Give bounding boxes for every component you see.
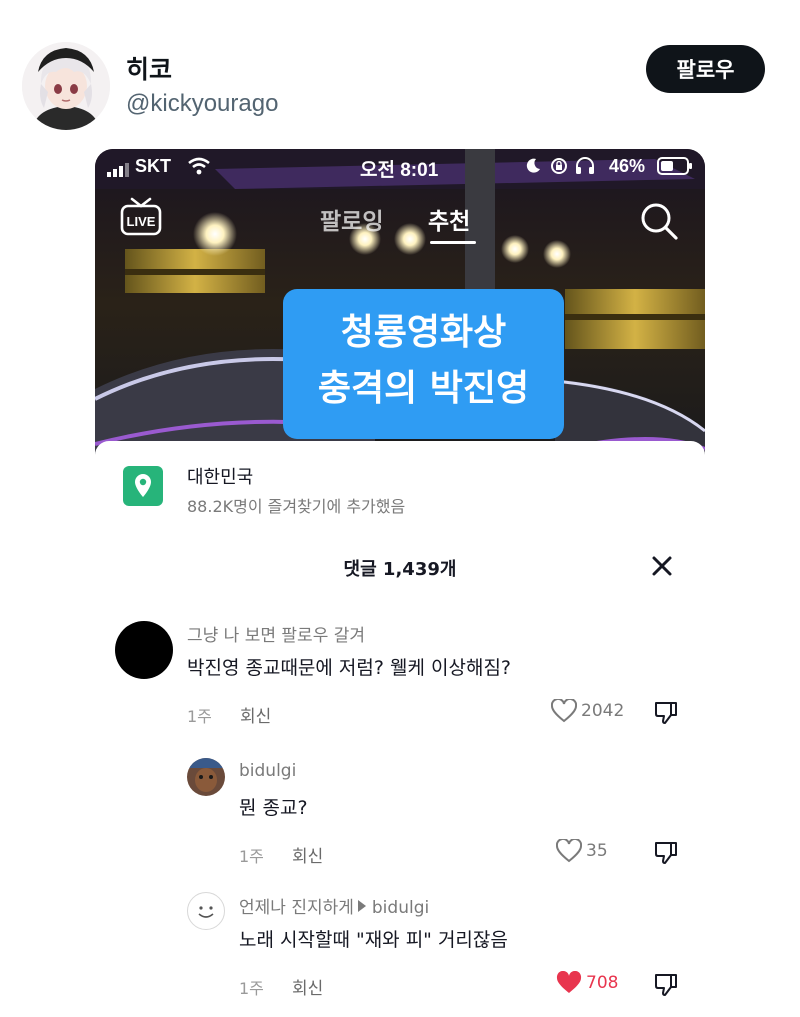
tab-for-you[interactable]: 추천 bbox=[428, 202, 470, 236]
comment-username[interactable]: 언제나 진지하게 bidulgi bbox=[239, 893, 429, 918]
like-count: 35 bbox=[586, 841, 608, 861]
comment-sheet: 대한민국 88.2K명이 즐겨찾기에 추가했음 댓글 1,439개 그냥 나 보… bbox=[95, 441, 705, 1017]
comment-text: 박진영 종교때문에 저럼? 웰케 이상해짐? bbox=[187, 657, 512, 679]
like-button[interactable]: 2042 bbox=[551, 699, 624, 723]
like-button[interactable]: 35 bbox=[556, 839, 608, 863]
comment-text: 뭔 종교? bbox=[239, 797, 308, 819]
caption-line-1: 청룡영화상 bbox=[340, 312, 507, 353]
commenter-avatar[interactable] bbox=[187, 758, 225, 796]
author-avatar[interactable] bbox=[22, 42, 110, 130]
comment-text: 노래 시작할때 "재와 피" 거리잖음 bbox=[239, 929, 508, 951]
location-title[interactable]: 대한민국 bbox=[187, 463, 253, 489]
moon-icon bbox=[525, 158, 541, 179]
location-pin-icon bbox=[123, 466, 163, 506]
caption-line-2: 충격의 박진영 bbox=[317, 368, 530, 409]
attached-screenshot[interactable]: SKT 오전 8:01 46% LIVE 팔로잉 추천 청룡영화상 충격의 박진… bbox=[95, 149, 705, 1017]
reply-button[interactable]: 회신 bbox=[292, 842, 323, 867]
like-count: 708 bbox=[586, 973, 619, 993]
comment-username[interactable]: 그냥 나 보면 팔로우 갈겨 bbox=[187, 621, 365, 646]
comment-author[interactable]: 언제나 진지하게 bbox=[239, 898, 354, 918]
dislike-icon[interactable] bbox=[653, 700, 679, 726]
close-icon[interactable] bbox=[645, 549, 679, 583]
search-icon[interactable] bbox=[639, 201, 679, 245]
comment-username[interactable]: bidulgi bbox=[239, 761, 296, 781]
heart-icon bbox=[556, 839, 582, 863]
tab-following[interactable]: 팔로잉 bbox=[320, 202, 383, 236]
live-icon[interactable]: LIVE bbox=[119, 197, 163, 241]
author-handle[interactable]: @kickyourago bbox=[126, 90, 278, 118]
location-favorites: 88.2K명이 즐겨찾기에 추가했음 bbox=[187, 497, 406, 516]
commenter-avatar[interactable] bbox=[187, 892, 225, 930]
like-button[interactable]: 708 bbox=[556, 971, 618, 995]
reply-target[interactable]: bidulgi bbox=[372, 898, 429, 918]
heart-icon bbox=[551, 699, 577, 723]
video-caption: 청룡영화상 충격의 박진영 bbox=[283, 289, 564, 439]
reply-button[interactable]: 회신 bbox=[240, 702, 271, 727]
comment-count-header: 댓글 1,439개 bbox=[343, 559, 457, 580]
like-count: 2042 bbox=[581, 701, 625, 721]
carrier-label: SKT bbox=[135, 156, 171, 176]
battery-percentage: 46% bbox=[609, 156, 646, 176]
dislike-icon[interactable] bbox=[653, 972, 679, 998]
commenter-avatar[interactable] bbox=[115, 621, 173, 679]
battery-icon bbox=[657, 157, 693, 180]
video-background: SKT 오전 8:01 46% LIVE 팔로잉 추천 청룡영화상 충격의 박진… bbox=[95, 149, 705, 459]
headphones-icon bbox=[575, 157, 595, 180]
rotation-lock-icon bbox=[550, 157, 568, 180]
comment-time: 1주 bbox=[187, 707, 212, 726]
follow-button[interactable]: 팔로우 bbox=[646, 45, 765, 93]
wifi-icon bbox=[187, 157, 211, 180]
reply-arrow-icon bbox=[357, 900, 366, 912]
status-bar: SKT 오전 8:01 46% bbox=[95, 149, 705, 183]
cellular-signal-icon bbox=[107, 161, 131, 182]
author-display-name[interactable]: 히코 bbox=[126, 50, 172, 86]
dislike-icon[interactable] bbox=[653, 840, 679, 866]
active-tab-indicator bbox=[430, 241, 476, 244]
heart-filled-icon bbox=[556, 971, 582, 993]
comment-time: 1주 bbox=[239, 979, 264, 998]
reply-button[interactable]: 회신 bbox=[292, 974, 323, 999]
status-time: 오전 8:01 bbox=[360, 160, 439, 181]
comment-time: 1주 bbox=[239, 847, 264, 866]
live-icon-label: LIVE bbox=[127, 214, 156, 229]
